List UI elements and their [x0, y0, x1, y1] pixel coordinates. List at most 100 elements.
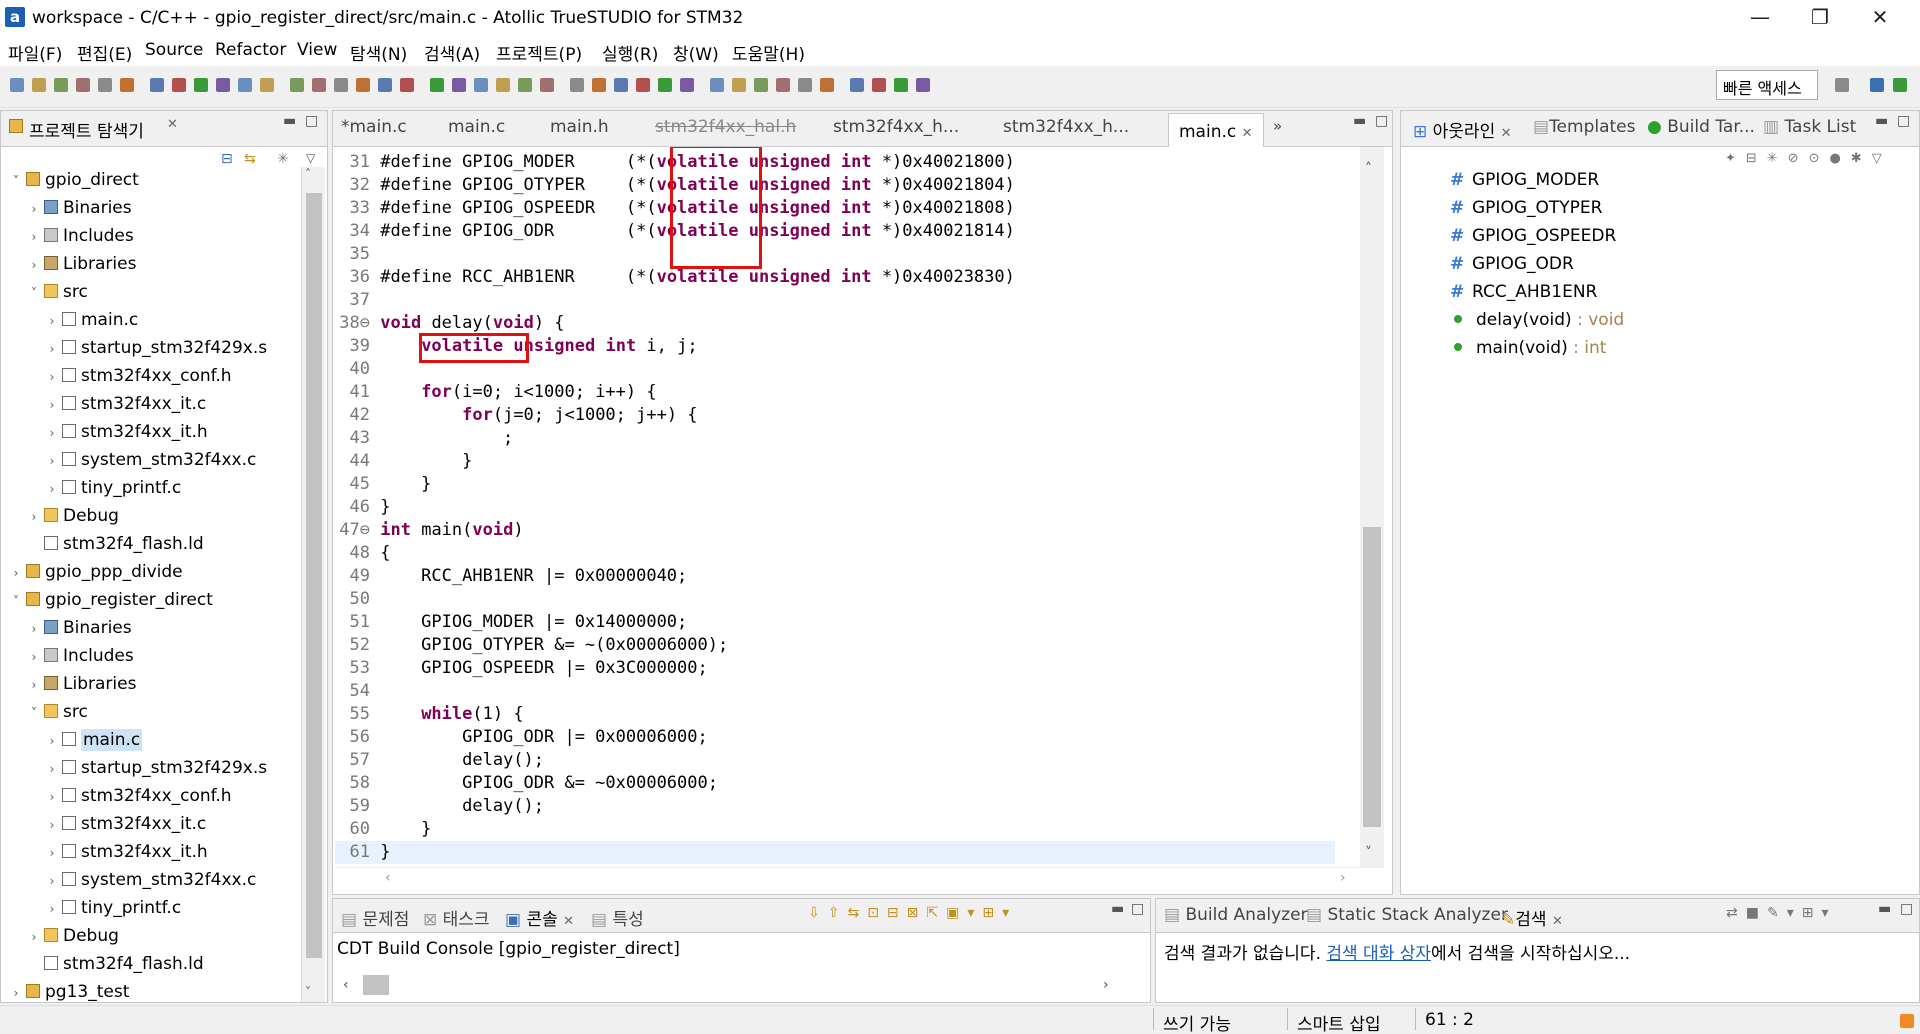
- chevron-right-icon[interactable]: ›: [27, 672, 41, 698]
- maximize-view-icon[interactable]: □: [1900, 901, 1913, 917]
- tree-item[interactable]: › stm32f4xx_it.c: [45, 391, 207, 417]
- code-line[interactable]: 38⊖ void delay(void) {: [335, 312, 1335, 335]
- scroll-right-icon[interactable]: ›: [1340, 870, 1346, 886]
- toolbar-button-icon[interactable]: [334, 78, 348, 92]
- menu-project[interactable]: 프로젝트(P): [496, 40, 582, 65]
- tree-item[interactable]: › stm32f4xx_it.c: [45, 811, 207, 837]
- tree-item[interactable]: › gpio_ppp_divide: [9, 559, 183, 585]
- code-line[interactable]: 49 RCC_AHB1ENR |= 0x00000040;: [335, 565, 1335, 588]
- tree-item[interactable]: › Includes: [27, 223, 134, 249]
- close-button[interactable]: ✕: [1850, 0, 1910, 36]
- toolbar-button-icon[interactable]: [10, 78, 24, 92]
- scroll-up-icon[interactable]: ˄: [1365, 161, 1372, 177]
- chevron-down-icon[interactable]: ˅: [27, 280, 41, 306]
- outline-item[interactable]: # GPIOG_OSPEEDR: [1450, 226, 1616, 246]
- code-line[interactable]: 31 #define GPIOG_MODER (*(volatile unsig…: [335, 151, 1335, 174]
- menu-search[interactable]: 검색(A): [424, 40, 480, 65]
- menu-window[interactable]: 창(W): [673, 40, 719, 65]
- chevron-right-icon[interactable]: ›: [27, 196, 41, 222]
- menu-source[interactable]: Source: [145, 40, 203, 60]
- explorer-scrollbar[interactable]: ˄ ˅: [301, 167, 325, 1002]
- tab-properties[interactable]: ▤ 특성: [591, 905, 644, 930]
- close-icon[interactable]: ✕: [167, 117, 178, 132]
- chevron-right-icon[interactable]: ›: [45, 840, 59, 866]
- toolbar-button-icon[interactable]: [518, 78, 532, 92]
- code-line[interactable]: 57 delay();: [335, 749, 1335, 772]
- toolbar-button-icon[interactable]: [312, 78, 326, 92]
- close-icon[interactable]: ✕: [1501, 126, 1512, 141]
- code-line[interactable]: 44 }: [335, 450, 1335, 473]
- toolbar-button-icon[interactable]: [290, 78, 304, 92]
- toolbar-button-icon[interactable]: [776, 78, 790, 92]
- outline-item[interactable]: # GPIOG_OTYPER: [1450, 198, 1602, 218]
- toolbar-button-icon[interactable]: [32, 78, 46, 92]
- debug-perspective-icon[interactable]: [1893, 78, 1907, 92]
- editor-vertical-scrollbar[interactable]: ˄ ˅: [1360, 147, 1384, 867]
- scroll-down-icon[interactable]: ˅: [1365, 845, 1372, 861]
- chevron-right-icon[interactable]: ›: [45, 728, 59, 754]
- code-line[interactable]: 61 }: [335, 841, 1335, 864]
- toolbar-button-icon[interactable]: [798, 78, 812, 92]
- scroll-right-icon[interactable]: ›: [1103, 977, 1109, 993]
- chevron-right-icon[interactable]: ›: [45, 336, 59, 362]
- tree-item[interactable]: ˅ gpio_direct: [9, 167, 139, 193]
- code-line[interactable]: 36 #define RCC_AHB1ENR (*(volatile unsig…: [335, 266, 1335, 289]
- toolbar-button-icon[interactable]: [636, 78, 650, 92]
- chevron-right-icon[interactable]: ›: [45, 308, 59, 334]
- tree-item[interactable]: ˅ src: [27, 699, 88, 725]
- tree-item[interactable]: › tiny_printf.c: [45, 475, 182, 501]
- tab-main-h[interactable]: main.h: [550, 117, 609, 137]
- chevron-down-icon[interactable]: ˅: [27, 700, 41, 726]
- code-line[interactable]: 58 GPIOG_ODR &= ~0x00006000;: [335, 772, 1335, 795]
- toolbar-button-icon[interactable]: [570, 78, 584, 92]
- console-toolbar-icons[interactable]: ⇩⇧⇆⊡⊟⊠⇱▣▾⊞▾: [808, 905, 1017, 921]
- chevron-right-icon[interactable]: ›: [27, 616, 41, 642]
- chevron-right-icon[interactable]: ›: [27, 644, 41, 670]
- outline-item[interactable]: main(void) : int: [1450, 338, 1606, 358]
- toolbar-button-icon[interactable]: [820, 78, 834, 92]
- explorer-title[interactable]: 프로젝트 탐색기: [29, 117, 144, 142]
- toolbar-button-icon[interactable]: [430, 78, 444, 92]
- tree-item[interactable]: › stm32f4xx_conf.h: [45, 783, 232, 809]
- tree-item[interactable]: › system_stm32f4xx.c: [45, 867, 257, 894]
- close-icon[interactable]: ✕: [1242, 126, 1253, 141]
- maximize-view-icon[interactable]: □: [1375, 113, 1388, 129]
- minimize-view-icon[interactable]: ▬: [283, 113, 296, 129]
- editor-horizontal-scrollbar[interactable]: ‹ ›: [335, 867, 1384, 893]
- tree-item[interactable]: › Debug: [27, 503, 119, 529]
- toolbar-button-icon[interactable]: [680, 78, 694, 92]
- toolbar-button-icon[interactable]: [98, 78, 112, 92]
- minimize-button[interactable]: —: [1730, 0, 1790, 36]
- toolbar-button-icon[interactable]: [658, 78, 672, 92]
- tree-item[interactable]: › startup_stm32f429x.s: [45, 755, 268, 781]
- menu-edit[interactable]: 편집(E): [77, 40, 132, 65]
- tab-stm32f4xx-h-2[interactable]: stm32f4xx_h...: [1003, 117, 1129, 137]
- chevron-right-icon[interactable]: ›: [45, 868, 59, 894]
- toolbar-button-icon[interactable]: [754, 78, 768, 92]
- tree-item[interactable]: › Libraries: [27, 251, 137, 277]
- code-line[interactable]: 59 delay();: [335, 795, 1335, 818]
- tree-item[interactable]: › pg13_test: [9, 979, 130, 1003]
- chevron-right-icon[interactable]: ›: [27, 224, 41, 250]
- search-toolbar-icons[interactable]: ⇄■✎▾⊞▾: [1726, 905, 1836, 921]
- chevron-down-icon[interactable]: ˅: [9, 588, 23, 614]
- tab-main-c-modified[interactable]: *main.c: [341, 117, 407, 137]
- toolbar-button-icon[interactable]: [872, 78, 886, 92]
- tree-item[interactable]: › Libraries: [27, 671, 137, 698]
- code-line[interactable]: 52 GPIOG_OTYPER &= ~(0x00006000);: [335, 634, 1335, 657]
- code-line[interactable]: 60 }: [335, 818, 1335, 841]
- toolbar-button-icon[interactable]: [894, 78, 908, 92]
- tab-stm32f4xx-hal-h[interactable]: stm32f4xx_hal.h: [655, 117, 796, 137]
- tab-search[interactable]: ✎검색 ✕: [1501, 905, 1563, 930]
- code-line[interactable]: 53 GPIOG_OSPEEDR |= 0x3C000000;: [335, 657, 1335, 680]
- minimize-view-icon[interactable]: ▬: [1878, 901, 1891, 917]
- console-scrollbar[interactable]: ‹ ›: [333, 971, 1150, 1001]
- tab-build-analyzer[interactable]: ▤ Build Analyzer: [1164, 905, 1308, 925]
- tree-item[interactable]: ˅ gpio_register_direct: [9, 587, 213, 613]
- menu-navigate[interactable]: 탐색(N): [350, 40, 407, 65]
- code-line[interactable]: 41 for(i=0; i<1000; i++) {: [335, 381, 1335, 404]
- code-line[interactable]: 55 while(1) {: [335, 703, 1335, 726]
- scroll-up-icon[interactable]: ˄: [305, 167, 311, 181]
- code-line[interactable]: 34 #define GPIOG_ODR (*(volatile unsigne…: [335, 220, 1335, 243]
- scroll-left-icon[interactable]: ‹: [385, 870, 391, 886]
